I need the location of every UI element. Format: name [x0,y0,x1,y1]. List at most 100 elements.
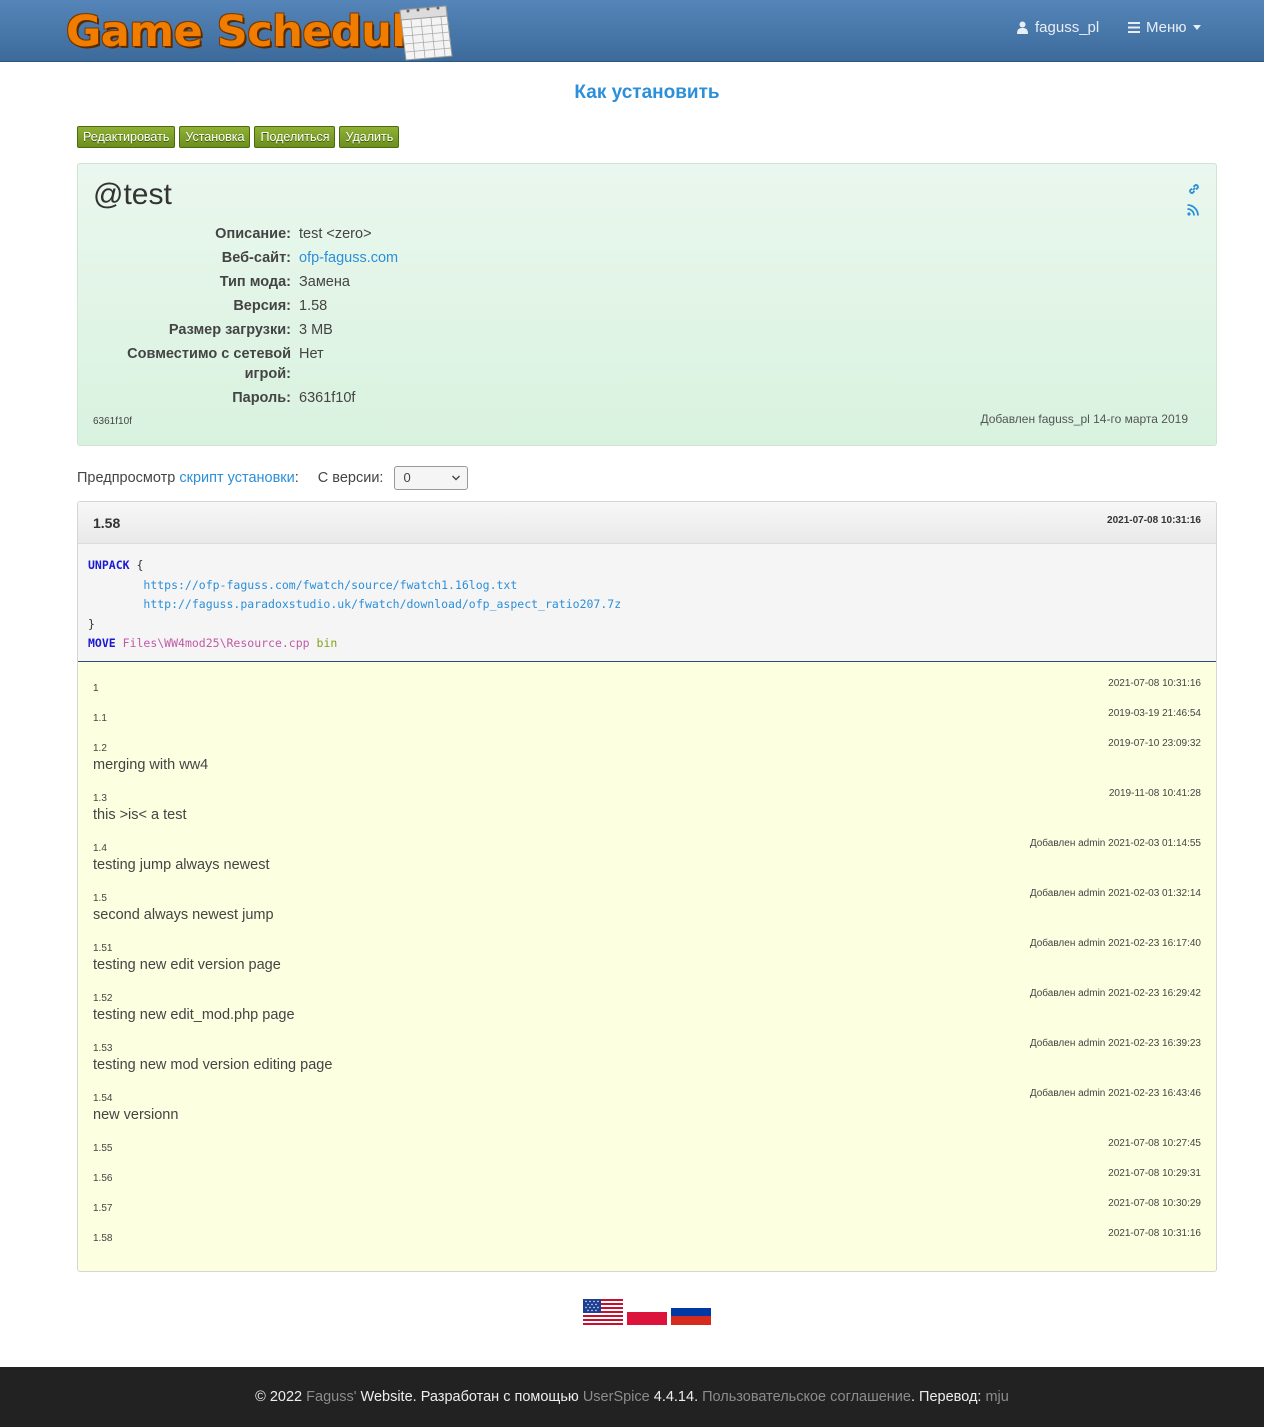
translator-link[interactable]: mju [985,1389,1008,1405]
share-button[interactable]: Поделиться [254,126,336,148]
history-note: testing new edit_mod.php page [93,1007,295,1023]
copyright: © 2022 [255,1389,303,1405]
detail-row-version: Версия: 1.58 [93,296,793,316]
history-date: 2019-07-10 23:09:32 [1108,738,1201,749]
detail-row-description: Описание: test <zero> [93,224,793,244]
history-date: Добавлен admin 2021-02-23 16:43:46 [1029,1088,1201,1099]
link-icon[interactable] [1187,182,1201,196]
history-version: 1.53 [93,1043,113,1054]
detail-value: 1.58 [299,298,328,314]
navbar: Game Schedule faguss_pl Меню [0,0,1264,62]
detail-label: Веб-сайт: [221,250,291,266]
history-version: 1 [93,683,99,694]
version-header: 1.58 2021-07-08 10:31:16 [78,502,1216,544]
history-date: 2021-07-08 10:27:45 [1108,1138,1201,1149]
userspice-link[interactable]: UserSpice [583,1389,650,1405]
password-code: 6361f10f [93,416,132,427]
history-note: this >is< a test [93,807,187,823]
delete-button[interactable]: Удалить [339,126,400,148]
footer: © 2022 Faguss' Website. Разработан с пом… [0,1367,1264,1427]
history-date: Добавлен admin 2021-02-03 01:32:14 [1029,888,1201,899]
history-date: 2021-07-08 10:31:16 [1108,1228,1201,1239]
script-url[interactable]: http://faguss.paradoxstudio.uk/fwatch/do… [143,597,621,611]
footer-text: Website. Разработан с помощью [360,1389,579,1405]
script-keyword: UNPACK [88,558,130,572]
history-date: 2021-07-08 10:31:16 [1108,678,1201,689]
website-link[interactable]: ofp-faguss.com [299,248,398,268]
install-script-code: UNPACK { https://ofp-faguss.com/fwatch/s… [78,544,1216,662]
history-version: 1.2 [93,743,107,754]
history-date: 2019-03-19 21:46:54 [1108,708,1201,719]
user-icon [1017,21,1028,34]
rss-icon[interactable] [1187,204,1199,216]
us-flag-icon[interactable] [583,1299,623,1325]
history-date: 2021-07-08 10:29:31 [1108,1168,1201,1179]
history-note: testing new edit version page [93,957,281,973]
detail-value: Замена [299,274,350,290]
script-brace: } [88,616,95,631]
history-version: 1.55 [93,1143,113,1154]
detail-row-download-size: Размер загрузки: 3 MB [93,320,793,340]
added-by: Добавлен faguss_pl 14-го марта 2019 [980,412,1188,426]
script-arg: bin [316,636,338,650]
history-version: 1.3 [93,793,107,804]
user-agreement-link[interactable]: Пользовательское соглашение [702,1389,911,1405]
history-version: 1.57 [93,1203,113,1214]
history-version: 1.58 [93,1233,113,1244]
detail-label: Тип мода: [219,274,291,290]
hamburger-icon [1128,22,1140,33]
install-button[interactable]: Установка [179,126,251,148]
mod-details: Описание: test <zero> Веб-сайт: ofp-fagu… [93,224,793,412]
detail-row-multiplayer: Совместимо с сетевой игрой: Нет [93,344,793,384]
history-version: 1.51 [93,943,113,954]
history-version: 1.54 [93,1093,113,1104]
from-version-value: 0 [403,470,411,485]
history-note: testing jump always newest [93,857,270,873]
script-keyword: MOVE [88,636,116,650]
edit-button[interactable]: Редактировать [77,126,176,148]
detail-value: Нет [299,346,324,362]
logo-text: Game Schedule [66,7,435,57]
version-panel: 1.58 2021-07-08 10:31:16 UNPACK { https:… [77,501,1217,1272]
caret-down-icon [1192,25,1201,30]
mod-name: @test [93,178,172,211]
language-flags [583,1299,711,1325]
pl-flag-icon[interactable] [627,1299,667,1325]
detail-label: Пароль: [232,390,291,406]
script-url[interactable]: https://ofp-faguss.com/fwatch/source/fwa… [143,578,517,592]
detail-label: Версия: [233,298,291,314]
detail-label: Совместимо с сетевой игрой: [127,346,291,382]
history-date: 2021-07-08 10:30:29 [1108,1198,1201,1209]
ru-flag-icon[interactable] [671,1299,711,1325]
history-version: 1.1 [93,713,107,724]
history-version: 1.5 [93,893,107,904]
chevron-down-icon [452,475,461,481]
history-note: testing new mod version editing page [93,1057,333,1073]
preview-prefix: Предпросмотр [77,470,176,486]
preview-row: Предпросмотр скрипт установки: С версии:… [77,466,469,490]
install-script-link[interactable]: скрипт установки [179,470,294,486]
from-version-select[interactable]: 0 [394,466,469,490]
detail-label: Размер загрузки: [168,322,291,338]
action-buttons: Редактировать Установка Поделиться Удали… [77,126,400,148]
script-path: Files\WW4mod25\Resource.cpp [122,636,310,650]
history-date: Добавлен admin 2021-02-03 01:14:55 [1029,838,1201,849]
detail-value: 6361f10f [299,390,356,406]
history-date: 2019-11-08 10:41:28 [1108,788,1201,799]
detail-row-website: Веб-сайт: ofp-faguss.com [93,248,793,268]
current-version-date: 2021-07-08 10:31:16 [1107,515,1201,526]
menu-label: Меню [1146,19,1187,36]
user-menu[interactable]: faguss_pl [1017,19,1099,36]
calendar-icon [399,5,453,61]
history-note: new versionn [93,1107,179,1123]
detail-row-mod-type: Тип мода: Замена [93,272,793,292]
history-note: second always newest jump [93,907,274,923]
author-link[interactable]: Faguss' [306,1389,356,1405]
preview-colon: : [294,470,299,486]
how-to-install-link[interactable]: Как установить [0,82,1264,104]
history-date: Добавлен admin 2021-02-23 16:17:40 [1029,938,1201,949]
main-menu-dropdown[interactable]: Меню [1128,19,1201,36]
history-note: merging with ww4 [93,757,209,773]
mod-info-panel: @test Описание: test <zero> Веб-сайт: of… [77,163,1217,446]
from-version-label: С версии: [317,470,384,486]
